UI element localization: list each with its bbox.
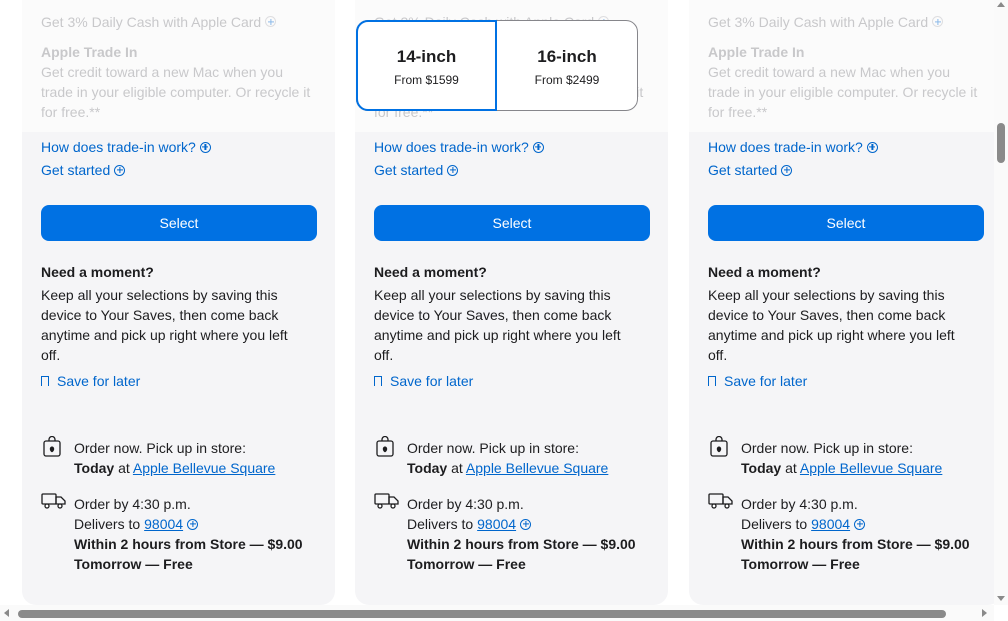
pickup-detail: Today at Apple Bellevue Square	[741, 460, 943, 476]
pickup-info: Order now. Pick up in store: Today at Ap…	[374, 436, 650, 480]
scroll-down-arrow-icon[interactable]	[997, 596, 1005, 601]
delivery-info: Order by 4:30 p.m. Delivers to 98004 Wit…	[374, 492, 650, 576]
trade-in-info-link[interactable]: How does trade-in work?	[374, 139, 544, 155]
size-option-price: From $1599	[394, 73, 459, 87]
order-by-text: Order by 4:30 p.m.	[74, 496, 191, 512]
delivery-option-free: Tomorrow — Free	[407, 556, 526, 572]
need-a-moment-text: Keep all your selections by saving this …	[374, 287, 621, 363]
zip-code-link[interactable]: 98004	[477, 514, 516, 534]
delivery-truck-icon	[708, 493, 733, 509]
scroll-up-arrow-icon[interactable]	[997, 2, 1005, 7]
scroll-left-arrow-icon[interactable]	[4, 609, 9, 617]
select-button[interactable]: Select	[708, 205, 984, 241]
pickup-label: Order now. Pick up in store:	[407, 440, 579, 456]
get-started-link[interactable]: Get started	[374, 162, 459, 178]
viewport: Get 3% Daily Cash with Apple Card Apple …	[0, 0, 994, 605]
delivery-info: Order by 4:30 p.m. Delivers to 98004 Wit…	[41, 492, 317, 576]
need-a-moment-title: Need a moment?	[708, 264, 821, 280]
need-a-moment-title: Need a moment?	[41, 264, 154, 280]
delivery-option-free: Tomorrow — Free	[74, 556, 193, 572]
trade-in-info-link[interactable]: How does trade-in work?	[41, 139, 211, 155]
store-link[interactable]: Apple Bellevue Square	[133, 460, 275, 476]
save-for-later-link[interactable]: Save for later	[374, 373, 473, 390]
plus-circle-icon[interactable]	[854, 518, 866, 530]
need-a-moment-text: Keep all your selections by saving this …	[41, 287, 288, 363]
horizontal-scrollbar[interactable]	[0, 605, 994, 621]
plus-circle-icon	[781, 164, 793, 176]
size-option-16-inch[interactable]: 16-inch From $2499	[497, 21, 637, 110]
size-option-price: From $2499	[534, 73, 600, 87]
size-toggle: 14-inch From $1599 16-inch From $2499	[356, 20, 638, 111]
need-a-moment-title: Need a moment?	[374, 264, 487, 280]
pickup-detail: Today at Apple Bellevue Square	[74, 460, 276, 476]
shopping-bag-icon	[376, 436, 394, 457]
shopping-bag-icon	[710, 436, 728, 457]
order-by-text: Order by 4:30 p.m.	[407, 496, 524, 512]
select-button[interactable]: Select	[41, 205, 317, 241]
scroll-right-arrow-icon[interactable]	[982, 609, 987, 617]
pickup-label: Order now. Pick up in store:	[741, 440, 913, 456]
get-started-link[interactable]: Get started	[41, 162, 126, 178]
delivery-option-free: Tomorrow — Free	[741, 556, 860, 572]
pickup-info: Order now. Pick up in store: Today at Ap…	[41, 436, 317, 480]
horizontal-scroll-thumb[interactable]	[18, 610, 946, 618]
size-option-label: 16-inch	[537, 47, 597, 66]
delivers-to: Delivers to 98004	[741, 514, 866, 534]
delivers-to: Delivers to 98004	[407, 514, 532, 534]
order-by-text: Order by 4:30 p.m.	[741, 496, 858, 512]
bookmark-icon	[41, 376, 49, 390]
store-link[interactable]: Apple Bellevue Square	[800, 460, 942, 476]
plus-circle-icon	[532, 141, 544, 153]
zip-code-link[interactable]: 98004	[811, 514, 850, 534]
bookmark-icon	[374, 376, 382, 390]
get-started-link[interactable]: Get started	[708, 162, 793, 178]
delivery-truck-icon	[41, 493, 66, 509]
delivery-info: Order by 4:30 p.m. Delivers to 98004 Wit…	[708, 492, 984, 576]
bookmark-icon	[708, 376, 716, 390]
delivery-option-fast: Within 2 hours from Store — $9.00	[407, 536, 636, 552]
size-option-14-inch[interactable]: 14-inch From $1599	[356, 20, 497, 111]
plus-circle-icon	[866, 141, 878, 153]
size-option-label: 14-inch	[396, 47, 457, 66]
vertical-scrollbar[interactable]	[994, 0, 1008, 605]
trade-in-info-link[interactable]: How does trade-in work?	[708, 139, 878, 155]
plus-circle-icon[interactable]	[187, 518, 199, 530]
pickup-detail: Today at Apple Bellevue Square	[407, 460, 609, 476]
plus-circle-icon	[447, 164, 459, 176]
delivery-truck-icon	[374, 493, 399, 509]
select-button[interactable]: Select	[374, 205, 650, 241]
pickup-label: Order now. Pick up in store:	[74, 440, 246, 456]
shopping-bag-icon	[43, 436, 61, 457]
store-link[interactable]: Apple Bellevue Square	[466, 460, 608, 476]
save-for-later-link[interactable]: Save for later	[708, 373, 807, 390]
plus-circle-icon	[114, 164, 126, 176]
delivery-option-fast: Within 2 hours from Store — $9.00	[74, 536, 303, 552]
pickup-info: Order now. Pick up in store: Today at Ap…	[708, 436, 984, 480]
need-a-moment-text: Keep all your selections by saving this …	[708, 287, 955, 363]
save-for-later-link[interactable]: Save for later	[41, 373, 140, 390]
delivery-option-fast: Within 2 hours from Store — $9.00	[741, 536, 970, 552]
vertical-scroll-thumb[interactable]	[997, 123, 1005, 163]
zip-code-link[interactable]: 98004	[144, 514, 183, 534]
plus-circle-icon[interactable]	[520, 518, 532, 530]
delivers-to: Delivers to 98004	[74, 514, 199, 534]
plus-circle-icon	[199, 141, 211, 153]
